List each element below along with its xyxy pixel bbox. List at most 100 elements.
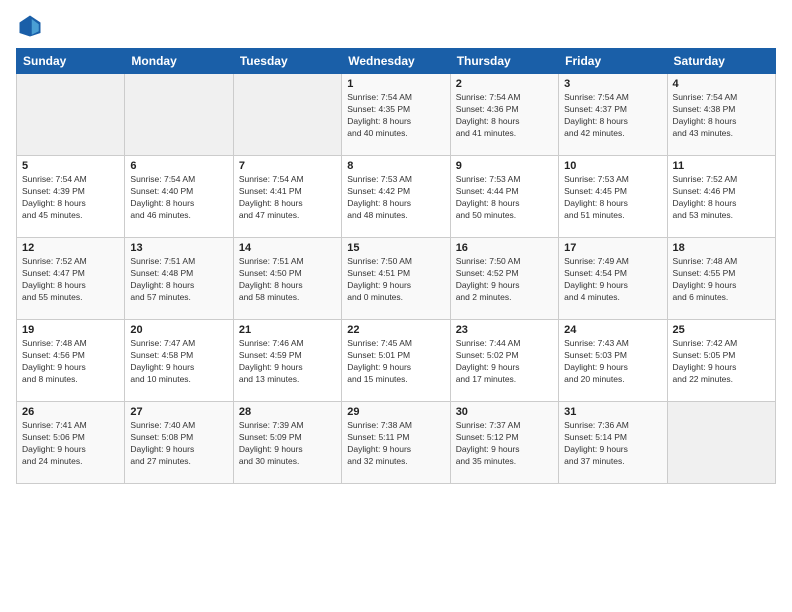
calendar-table: SundayMondayTuesdayWednesdayThursdayFrid… bbox=[16, 48, 776, 484]
day-info: Sunrise: 7:51 AM Sunset: 4:50 PM Dayligh… bbox=[239, 256, 336, 304]
day-number: 20 bbox=[130, 324, 227, 336]
day-info: Sunrise: 7:54 AM Sunset: 4:40 PM Dayligh… bbox=[130, 174, 227, 222]
day-number: 23 bbox=[456, 324, 553, 336]
day-info: Sunrise: 7:40 AM Sunset: 5:08 PM Dayligh… bbox=[130, 420, 227, 468]
day-cell: 24 Sunrise: 7:43 AM Sunset: 5:03 PM Dayli… bbox=[559, 320, 667, 402]
day-cell: 22 Sunrise: 7:45 AM Sunset: 5:01 PM Dayli… bbox=[342, 320, 450, 402]
day-cell: 25Sunrise: 7:42 AM Sunset: 5:05 PM Dayli… bbox=[667, 320, 775, 402]
day-number: 1 bbox=[347, 78, 444, 90]
day-info: Sunrise: 7:39 AM Sunset: 5:09 PM Dayligh… bbox=[239, 420, 336, 468]
day-number: 30 bbox=[456, 406, 553, 418]
day-cell: 16Sunrise: 7:50 AM Sunset: 4:52 PM Dayli… bbox=[450, 238, 558, 320]
day-info: Sunrise: 7:54 AM Sunset: 4:37 PM Dayligh… bbox=[564, 92, 661, 140]
day-cell: 27 Sunrise: 7:40 AM Sunset: 5:08 PM Dayli… bbox=[125, 402, 233, 484]
day-cell: 2Sunrise: 7:54 AM Sunset: 4:36 PM Daylig… bbox=[450, 74, 558, 156]
weekday-row: SundayMondayTuesdayWednesdayThursdayFrid… bbox=[17, 49, 776, 74]
day-info: Sunrise: 7:36 AM Sunset: 5:14 PM Dayligh… bbox=[564, 420, 661, 468]
weekday-header-saturday: Saturday bbox=[667, 49, 775, 74]
day-info: Sunrise: 7:54 AM Sunset: 4:39 PM Dayligh… bbox=[22, 174, 119, 222]
weekday-header-wednesday: Wednesday bbox=[342, 49, 450, 74]
day-info: Sunrise: 7:50 AM Sunset: 4:51 PM Dayligh… bbox=[347, 256, 444, 304]
calendar-body: 1 Sunrise: 7:54 AM Sunset: 4:35 PM Daylig… bbox=[17, 74, 776, 484]
day-info: Sunrise: 7:45 AM Sunset: 5:01 PM Dayligh… bbox=[347, 338, 444, 386]
day-info: Sunrise: 7:51 AM Sunset: 4:48 PM Dayligh… bbox=[130, 256, 227, 304]
day-cell: 12 Sunrise: 7:52 AM Sunset: 4:47 PM Dayli… bbox=[17, 238, 125, 320]
day-number: 18 bbox=[673, 242, 770, 254]
day-info: Sunrise: 7:48 AM Sunset: 4:55 PM Dayligh… bbox=[673, 256, 770, 304]
day-cell: 19 Sunrise: 7:48 AM Sunset: 4:56 PM Dayli… bbox=[17, 320, 125, 402]
day-info: Sunrise: 7:53 AM Sunset: 4:44 PM Dayligh… bbox=[456, 174, 553, 222]
page: SundayMondayTuesdayWednesdayThursdayFrid… bbox=[0, 0, 792, 612]
day-info: Sunrise: 7:47 AM Sunset: 4:58 PM Dayligh… bbox=[130, 338, 227, 386]
day-cell: 15 Sunrise: 7:50 AM Sunset: 4:51 PM Dayli… bbox=[342, 238, 450, 320]
logo-icon bbox=[16, 12, 44, 40]
day-info: Sunrise: 7:52 AM Sunset: 4:47 PM Dayligh… bbox=[22, 256, 119, 304]
day-cell: 17 Sunrise: 7:49 AM Sunset: 4:54 PM Dayli… bbox=[559, 238, 667, 320]
day-info: Sunrise: 7:46 AM Sunset: 4:59 PM Dayligh… bbox=[239, 338, 336, 386]
weekday-header-friday: Friday bbox=[559, 49, 667, 74]
day-info: Sunrise: 7:37 AM Sunset: 5:12 PM Dayligh… bbox=[456, 420, 553, 468]
day-info: Sunrise: 7:44 AM Sunset: 5:02 PM Dayligh… bbox=[456, 338, 553, 386]
day-number: 10 bbox=[564, 160, 661, 172]
day-cell bbox=[17, 74, 125, 156]
day-cell: 31 Sunrise: 7:36 AM Sunset: 5:14 PM Dayli… bbox=[559, 402, 667, 484]
calendar-header: SundayMondayTuesdayWednesdayThursdayFrid… bbox=[17, 49, 776, 74]
day-info: Sunrise: 7:53 AM Sunset: 4:42 PM Dayligh… bbox=[347, 174, 444, 222]
weekday-header-monday: Monday bbox=[125, 49, 233, 74]
day-cell: 8Sunrise: 7:53 AM Sunset: 4:42 PM Daylig… bbox=[342, 156, 450, 238]
day-number: 9 bbox=[456, 160, 553, 172]
day-cell: 29 Sunrise: 7:38 AM Sunset: 5:11 PM Dayli… bbox=[342, 402, 450, 484]
day-cell: 18 Sunrise: 7:48 AM Sunset: 4:55 PM Dayli… bbox=[667, 238, 775, 320]
day-number: 22 bbox=[347, 324, 444, 336]
day-cell: 7Sunrise: 7:54 AM Sunset: 4:41 PM Daylig… bbox=[233, 156, 341, 238]
day-number: 19 bbox=[22, 324, 119, 336]
day-number: 29 bbox=[347, 406, 444, 418]
day-number: 16 bbox=[456, 242, 553, 254]
day-number: 2 bbox=[456, 78, 553, 90]
day-info: Sunrise: 7:49 AM Sunset: 4:54 PM Dayligh… bbox=[564, 256, 661, 304]
day-info: Sunrise: 7:52 AM Sunset: 4:46 PM Dayligh… bbox=[673, 174, 770, 222]
day-cell bbox=[667, 402, 775, 484]
day-info: Sunrise: 7:48 AM Sunset: 4:56 PM Dayligh… bbox=[22, 338, 119, 386]
day-number: 17 bbox=[564, 242, 661, 254]
day-cell: 6Sunrise: 7:54 AM Sunset: 4:40 PM Daylig… bbox=[125, 156, 233, 238]
weekday-header-thursday: Thursday bbox=[450, 49, 558, 74]
week-row-2: 12 Sunrise: 7:52 AM Sunset: 4:47 PM Dayli… bbox=[17, 238, 776, 320]
day-info: Sunrise: 7:38 AM Sunset: 5:11 PM Dayligh… bbox=[347, 420, 444, 468]
day-number: 3 bbox=[564, 78, 661, 90]
day-number: 12 bbox=[22, 242, 119, 254]
day-cell: 1 Sunrise: 7:54 AM Sunset: 4:35 PM Daylig… bbox=[342, 74, 450, 156]
week-row-1: 5 Sunrise: 7:54 AM Sunset: 4:39 PM Daylig… bbox=[17, 156, 776, 238]
week-row-4: 26Sunrise: 7:41 AM Sunset: 5:06 PM Dayli… bbox=[17, 402, 776, 484]
day-cell: 5 Sunrise: 7:54 AM Sunset: 4:39 PM Daylig… bbox=[17, 156, 125, 238]
day-number: 26 bbox=[22, 406, 119, 418]
day-cell: 4 Sunrise: 7:54 AM Sunset: 4:38 PM Daylig… bbox=[667, 74, 775, 156]
day-info: Sunrise: 7:53 AM Sunset: 4:45 PM Dayligh… bbox=[564, 174, 661, 222]
day-cell bbox=[125, 74, 233, 156]
day-number: 15 bbox=[347, 242, 444, 254]
day-cell: 13Sunrise: 7:51 AM Sunset: 4:48 PM Dayli… bbox=[125, 238, 233, 320]
day-number: 14 bbox=[239, 242, 336, 254]
day-cell: 9 Sunrise: 7:53 AM Sunset: 4:44 PM Daylig… bbox=[450, 156, 558, 238]
day-info: Sunrise: 7:54 AM Sunset: 4:35 PM Dayligh… bbox=[347, 92, 444, 140]
day-info: Sunrise: 7:43 AM Sunset: 5:03 PM Dayligh… bbox=[564, 338, 661, 386]
day-cell: 21 Sunrise: 7:46 AM Sunset: 4:59 PM Dayli… bbox=[233, 320, 341, 402]
day-cell: 11Sunrise: 7:52 AM Sunset: 4:46 PM Dayli… bbox=[667, 156, 775, 238]
day-cell: 26Sunrise: 7:41 AM Sunset: 5:06 PM Dayli… bbox=[17, 402, 125, 484]
day-cell bbox=[233, 74, 341, 156]
day-number: 31 bbox=[564, 406, 661, 418]
day-number: 5 bbox=[22, 160, 119, 172]
day-cell: 10 Sunrise: 7:53 AM Sunset: 4:45 PM Dayli… bbox=[559, 156, 667, 238]
week-row-0: 1 Sunrise: 7:54 AM Sunset: 4:35 PM Daylig… bbox=[17, 74, 776, 156]
week-row-3: 19 Sunrise: 7:48 AM Sunset: 4:56 PM Dayli… bbox=[17, 320, 776, 402]
day-cell: 20 Sunrise: 7:47 AM Sunset: 4:58 PM Dayli… bbox=[125, 320, 233, 402]
day-number: 25 bbox=[673, 324, 770, 336]
day-number: 7 bbox=[239, 160, 336, 172]
day-number: 21 bbox=[239, 324, 336, 336]
day-number: 24 bbox=[564, 324, 661, 336]
weekday-header-sunday: Sunday bbox=[17, 49, 125, 74]
day-number: 4 bbox=[673, 78, 770, 90]
logo bbox=[16, 12, 48, 40]
day-number: 27 bbox=[130, 406, 227, 418]
day-info: Sunrise: 7:54 AM Sunset: 4:38 PM Dayligh… bbox=[673, 92, 770, 140]
